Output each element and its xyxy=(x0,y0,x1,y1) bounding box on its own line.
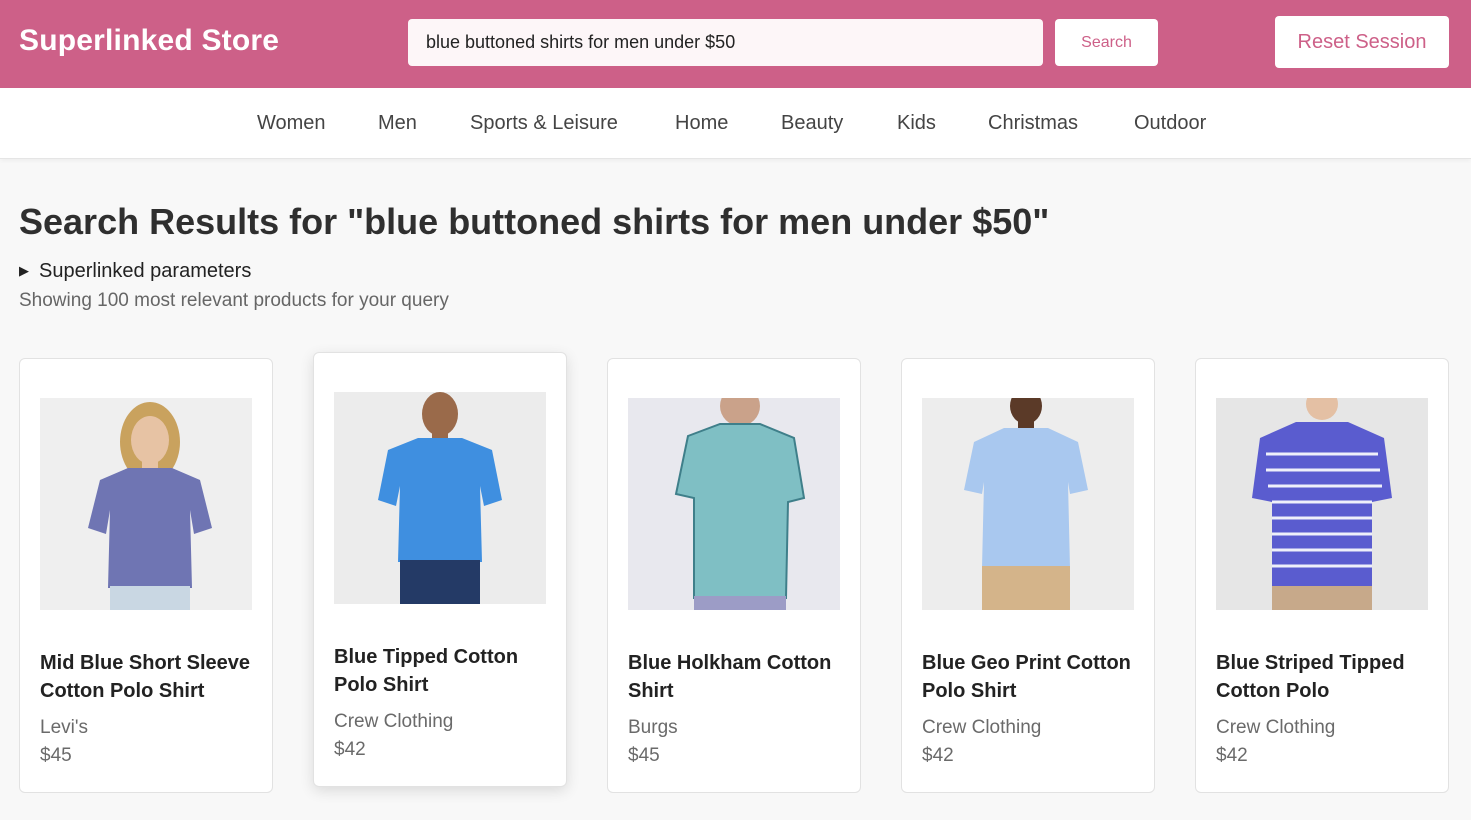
product-brand: Burgs xyxy=(628,717,678,738)
product-price: $45 xyxy=(40,745,72,766)
nav-item-sports-leisure[interactable]: Sports & Leisure xyxy=(470,112,618,135)
product-price: $42 xyxy=(922,745,954,766)
product-name[interactable]: Blue Striped Tipped Cotton Polo xyxy=(1216,649,1436,705)
product-image[interactable] xyxy=(1216,398,1428,610)
product-name[interactable]: Blue Tipped Cotton Polo Shirt xyxy=(334,643,554,699)
top-header: Superlinked Store Search Reset Session xyxy=(0,0,1471,88)
product-brand: Crew Clothing xyxy=(922,717,1042,738)
product-price: $42 xyxy=(1216,745,1248,766)
superlinked-parameters-toggle[interactable]: ▶ Superlinked parameters xyxy=(19,260,251,283)
search-input[interactable] xyxy=(408,19,1043,66)
product-name[interactable]: Mid Blue Short Sleeve Cotton Polo Shirt xyxy=(40,649,260,705)
product-image[interactable] xyxy=(40,398,252,610)
product-brand: Levi's xyxy=(40,717,88,738)
nav-item-outdoor[interactable]: Outdoor xyxy=(1134,112,1206,135)
params-label: Superlinked parameters xyxy=(39,260,252,282)
product-image[interactable] xyxy=(334,392,546,604)
nav-item-christmas[interactable]: Christmas xyxy=(988,112,1078,135)
product-card[interactable]: Blue Striped Tipped Cotton Polo Crew Clo… xyxy=(1195,358,1449,793)
product-card[interactable]: Blue Tipped Cotton Polo Shirt Crew Cloth… xyxy=(313,352,567,787)
product-name[interactable]: Blue Geo Print Cotton Polo Shirt xyxy=(922,649,1142,705)
search-button[interactable]: Search xyxy=(1055,19,1158,66)
product-card[interactable]: Mid Blue Short Sleeve Cotton Polo Shirt … xyxy=(19,358,273,793)
product-price: $45 xyxy=(628,745,660,766)
reset-session-button[interactable]: Reset Session xyxy=(1275,16,1449,68)
product-image[interactable] xyxy=(922,398,1134,610)
nav-item-men[interactable]: Men xyxy=(378,112,417,135)
product-brand: Crew Clothing xyxy=(334,711,454,732)
nav-item-beauty[interactable]: Beauty xyxy=(781,112,843,135)
category-nav: Women Men Sports & Leisure Home Beauty K… xyxy=(0,88,1471,159)
product-name[interactable]: Blue Holkham Cotton Shirt xyxy=(628,649,848,705)
expand-triangle-icon: ▶ xyxy=(19,263,29,278)
nav-item-home[interactable]: Home xyxy=(675,112,728,135)
results-title: Search Results for "blue buttoned shirts… xyxy=(19,201,1050,242)
product-image[interactable] xyxy=(628,398,840,610)
product-brand: Crew Clothing xyxy=(1216,717,1336,738)
nav-item-kids[interactable]: Kids xyxy=(897,112,936,135)
nav-item-women[interactable]: Women xyxy=(257,112,326,135)
store-logo[interactable]: Superlinked Store xyxy=(19,24,279,58)
product-card[interactable]: Blue Holkham Cotton Shirt Burgs $45 xyxy=(607,358,861,793)
product-price: $42 xyxy=(334,739,366,760)
product-card[interactable]: Blue Geo Print Cotton Polo Shirt Crew Cl… xyxy=(901,358,1155,793)
results-count-text: Showing 100 most relevant products for y… xyxy=(19,290,449,311)
